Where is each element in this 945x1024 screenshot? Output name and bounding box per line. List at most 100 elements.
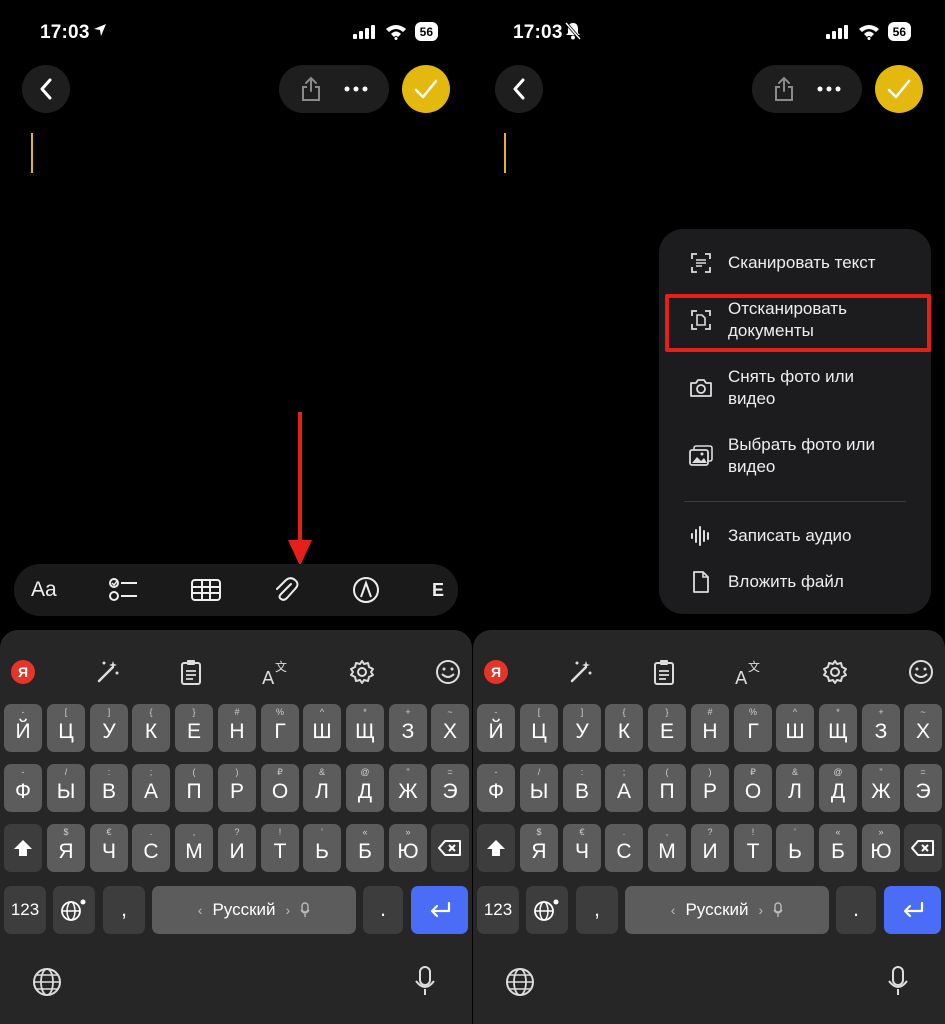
- yandex-logo[interactable]: Я: [11, 660, 35, 684]
- toolbar-overflow-item[interactable]: E: [432, 580, 444, 601]
- key[interactable]: % Г: [261, 704, 299, 752]
- key[interactable]: ; А: [132, 764, 170, 812]
- key[interactable]: + З: [389, 704, 427, 752]
- done-button[interactable]: [875, 65, 923, 113]
- return-key[interactable]: [411, 886, 468, 934]
- numbers-key[interactable]: 123: [477, 886, 519, 934]
- key[interactable]: ) Р: [691, 764, 729, 812]
- key[interactable]: ₽ О: [734, 764, 772, 812]
- key[interactable]: * Щ: [819, 704, 857, 752]
- menu-item-choose-photo[interactable]: Выбрать фото или видео: [659, 433, 931, 479]
- clipboard-icon[interactable]: [180, 659, 202, 685]
- key[interactable]: ~ Х: [904, 704, 942, 752]
- emoji-icon[interactable]: [435, 659, 461, 685]
- emoji-icon[interactable]: [908, 659, 934, 685]
- key[interactable]: ! Т: [261, 824, 299, 872]
- key[interactable]: -Ф: [4, 764, 42, 812]
- key[interactable]: [Ц: [520, 704, 558, 752]
- back-button[interactable]: [22, 65, 70, 113]
- key[interactable]: } Е: [648, 704, 686, 752]
- key[interactable]: # Н: [691, 704, 729, 752]
- key[interactable]: ' Ь: [776, 824, 814, 872]
- key[interactable]: » Ю: [862, 824, 900, 872]
- key[interactable]: & Л: [303, 764, 341, 812]
- menu-item-record-audio[interactable]: Записать аудио: [659, 524, 931, 548]
- microphone-icon[interactable]: [887, 965, 909, 997]
- shift-key[interactable]: [477, 824, 515, 872]
- key[interactable]: «Б: [819, 824, 857, 872]
- numbers-key[interactable]: 123: [4, 886, 46, 934]
- key[interactable]: ₽ О: [261, 764, 299, 812]
- key[interactable]: -Й: [477, 704, 515, 752]
- key[interactable]: ! Т: [734, 824, 772, 872]
- share-icon[interactable]: [300, 76, 322, 102]
- share-icon[interactable]: [773, 76, 795, 102]
- key[interactable]: -Ф: [477, 764, 515, 812]
- key[interactable]: ,М: [175, 824, 213, 872]
- key[interactable]: [Ц: [47, 704, 85, 752]
- checklist-icon[interactable]: [108, 577, 139, 603]
- space-key[interactable]: ‹ Русский ›: [152, 886, 356, 934]
- space-key[interactable]: ‹ Русский ›: [625, 886, 829, 934]
- key[interactable]: = Э: [904, 764, 942, 812]
- key[interactable]: @ Д: [819, 764, 857, 812]
- key[interactable]: " Ж: [389, 764, 427, 812]
- key[interactable]: + З: [862, 704, 900, 752]
- key[interactable]: :В: [90, 764, 128, 812]
- key[interactable]: " Ж: [862, 764, 900, 812]
- key[interactable]: «Б: [346, 824, 384, 872]
- key[interactable]: = Э: [431, 764, 469, 812]
- globe-key[interactable]: [526, 886, 568, 934]
- translate-icon[interactable]: A文: [735, 658, 763, 686]
- clipboard-icon[interactable]: [653, 659, 675, 685]
- key[interactable]: € Ч: [90, 824, 128, 872]
- yandex-logo[interactable]: Я: [484, 660, 508, 684]
- gear-icon[interactable]: [349, 659, 375, 685]
- key[interactable]: :В: [563, 764, 601, 812]
- delete-key[interactable]: [904, 824, 942, 872]
- period-key[interactable]: .: [836, 886, 876, 934]
- key[interactable]: / Ы: [520, 764, 558, 812]
- format-text-button[interactable]: Aa: [31, 578, 57, 602]
- key[interactable]: ] У: [90, 704, 128, 752]
- key[interactable]: .С: [132, 824, 170, 872]
- microphone-icon[interactable]: [414, 965, 436, 997]
- key[interactable]: $ Я: [47, 824, 85, 872]
- done-button[interactable]: [402, 65, 450, 113]
- globe-icon[interactable]: [32, 967, 62, 997]
- key[interactable]: ? И: [218, 824, 256, 872]
- paperclip-icon[interactable]: [273, 576, 299, 604]
- key[interactable]: ] У: [563, 704, 601, 752]
- menu-item-attach-file[interactable]: Вложить файл: [659, 570, 931, 594]
- key[interactable]: € Ч: [563, 824, 601, 872]
- comma-key[interactable]: ,: [103, 886, 145, 934]
- shift-key[interactable]: [4, 824, 42, 872]
- translate-icon[interactable]: A文: [262, 658, 290, 686]
- delete-key[interactable]: [431, 824, 469, 872]
- key[interactable]: ~ Х: [431, 704, 469, 752]
- period-key[interactable]: .: [363, 886, 403, 934]
- key[interactable]: {К: [605, 704, 643, 752]
- key[interactable]: (П: [175, 764, 213, 812]
- key[interactable]: ? И: [691, 824, 729, 872]
- back-button[interactable]: [495, 65, 543, 113]
- key[interactable]: $ Я: [520, 824, 558, 872]
- key[interactable]: .С: [605, 824, 643, 872]
- menu-item-take-photo[interactable]: Снять фото или видео: [659, 365, 931, 411]
- key[interactable]: @ Д: [346, 764, 384, 812]
- magic-wand-icon[interactable]: [568, 659, 594, 685]
- magic-wand-icon[interactable]: [95, 659, 121, 685]
- key[interactable]: / Ы: [47, 764, 85, 812]
- key[interactable]: {К: [132, 704, 170, 752]
- globe-key[interactable]: [53, 886, 95, 934]
- comma-key[interactable]: ,: [576, 886, 618, 934]
- menu-item-scan-text[interactable]: Сканировать текст: [659, 251, 931, 275]
- key[interactable]: -Й: [4, 704, 42, 752]
- key[interactable]: % Г: [734, 704, 772, 752]
- more-icon[interactable]: [817, 86, 841, 92]
- key[interactable]: & Л: [776, 764, 814, 812]
- key[interactable]: ^ Ш: [776, 704, 814, 752]
- table-icon[interactable]: [191, 579, 222, 601]
- key[interactable]: * Щ: [346, 704, 384, 752]
- key[interactable]: # Н: [218, 704, 256, 752]
